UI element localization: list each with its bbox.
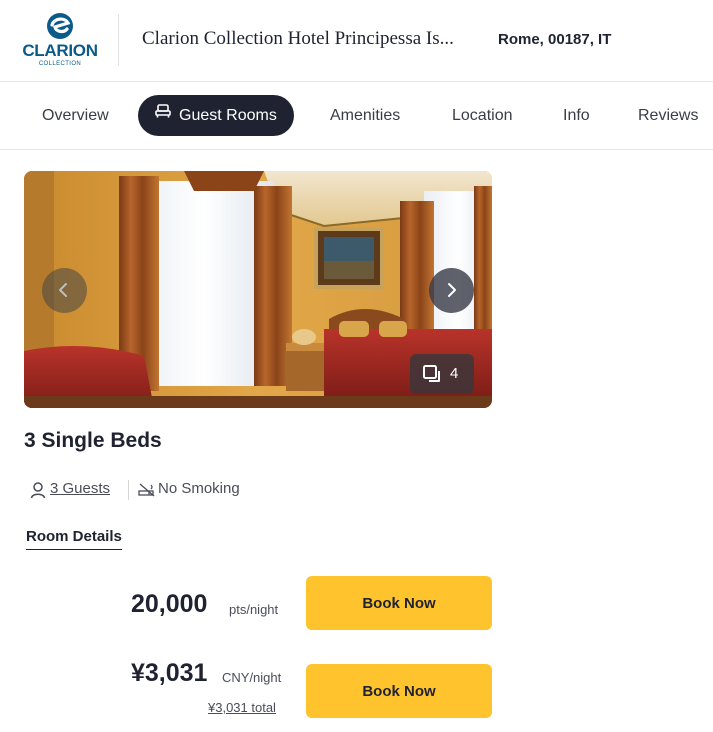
chevron-right-icon xyxy=(448,283,456,297)
photo-count-button[interactable]: 4 xyxy=(410,354,474,394)
book-with-cash-button[interactable]: Book Now xyxy=(306,664,492,718)
tab-guest-rooms[interactable]: Guest Rooms xyxy=(138,95,294,136)
bed-icon xyxy=(155,93,171,134)
person-icon xyxy=(30,482,46,499)
logo-wordmark: CLARION xyxy=(22,41,98,60)
photo-stack-icon xyxy=(423,365,440,382)
photo-count: 4 xyxy=(450,365,459,382)
clarion-logo-mark-icon xyxy=(45,12,75,40)
carousel-prev-button[interactable] xyxy=(42,268,87,313)
site-header: CLARION COLLECTION Clarion Collection Ho… xyxy=(0,0,713,82)
room-photo-carousel[interactable]: 4 xyxy=(24,171,492,408)
cash-price: ¥3,031 xyxy=(131,659,208,687)
cash-total-link[interactable]: ¥3,031 total xyxy=(208,700,276,715)
clarion-logo[interactable]: CLARION COLLECTION xyxy=(22,12,98,70)
carousel-next-button[interactable] xyxy=(429,268,474,313)
cash-unit: CNY/night xyxy=(222,670,282,685)
tab-overview[interactable]: Overview xyxy=(42,95,109,136)
tab-info[interactable]: Info xyxy=(563,95,590,136)
hotel-location: Rome, 00187, IT xyxy=(498,31,612,48)
section-tabs: Overview Guest Rooms Amenities Location … xyxy=(0,83,713,150)
chevron-left-icon xyxy=(59,283,67,297)
tab-reviews[interactable]: Reviews xyxy=(638,95,698,136)
points-price: 20,000 xyxy=(131,590,208,618)
book-with-points-button[interactable]: Book Now xyxy=(306,576,492,630)
tab-amenities[interactable]: Amenities xyxy=(330,95,400,136)
tab-location[interactable]: Location xyxy=(452,95,513,136)
feature-divider xyxy=(128,480,129,500)
guests-link[interactable]: 3 Guests xyxy=(50,480,110,497)
hotel-name: Clarion Collection Hotel Principessa Is.… xyxy=(142,28,454,49)
logo-subtitle: COLLECTION xyxy=(38,61,82,67)
points-unit: pts/night xyxy=(229,602,279,617)
room-title: 3 Single Beds xyxy=(24,429,162,452)
header-divider xyxy=(118,14,119,66)
no-smoking-icon xyxy=(138,483,155,497)
smoking-label: No Smoking xyxy=(158,480,240,497)
tab-guest-rooms-label: Guest Rooms xyxy=(179,107,277,124)
room-details-link[interactable]: Room Details xyxy=(26,528,122,550)
